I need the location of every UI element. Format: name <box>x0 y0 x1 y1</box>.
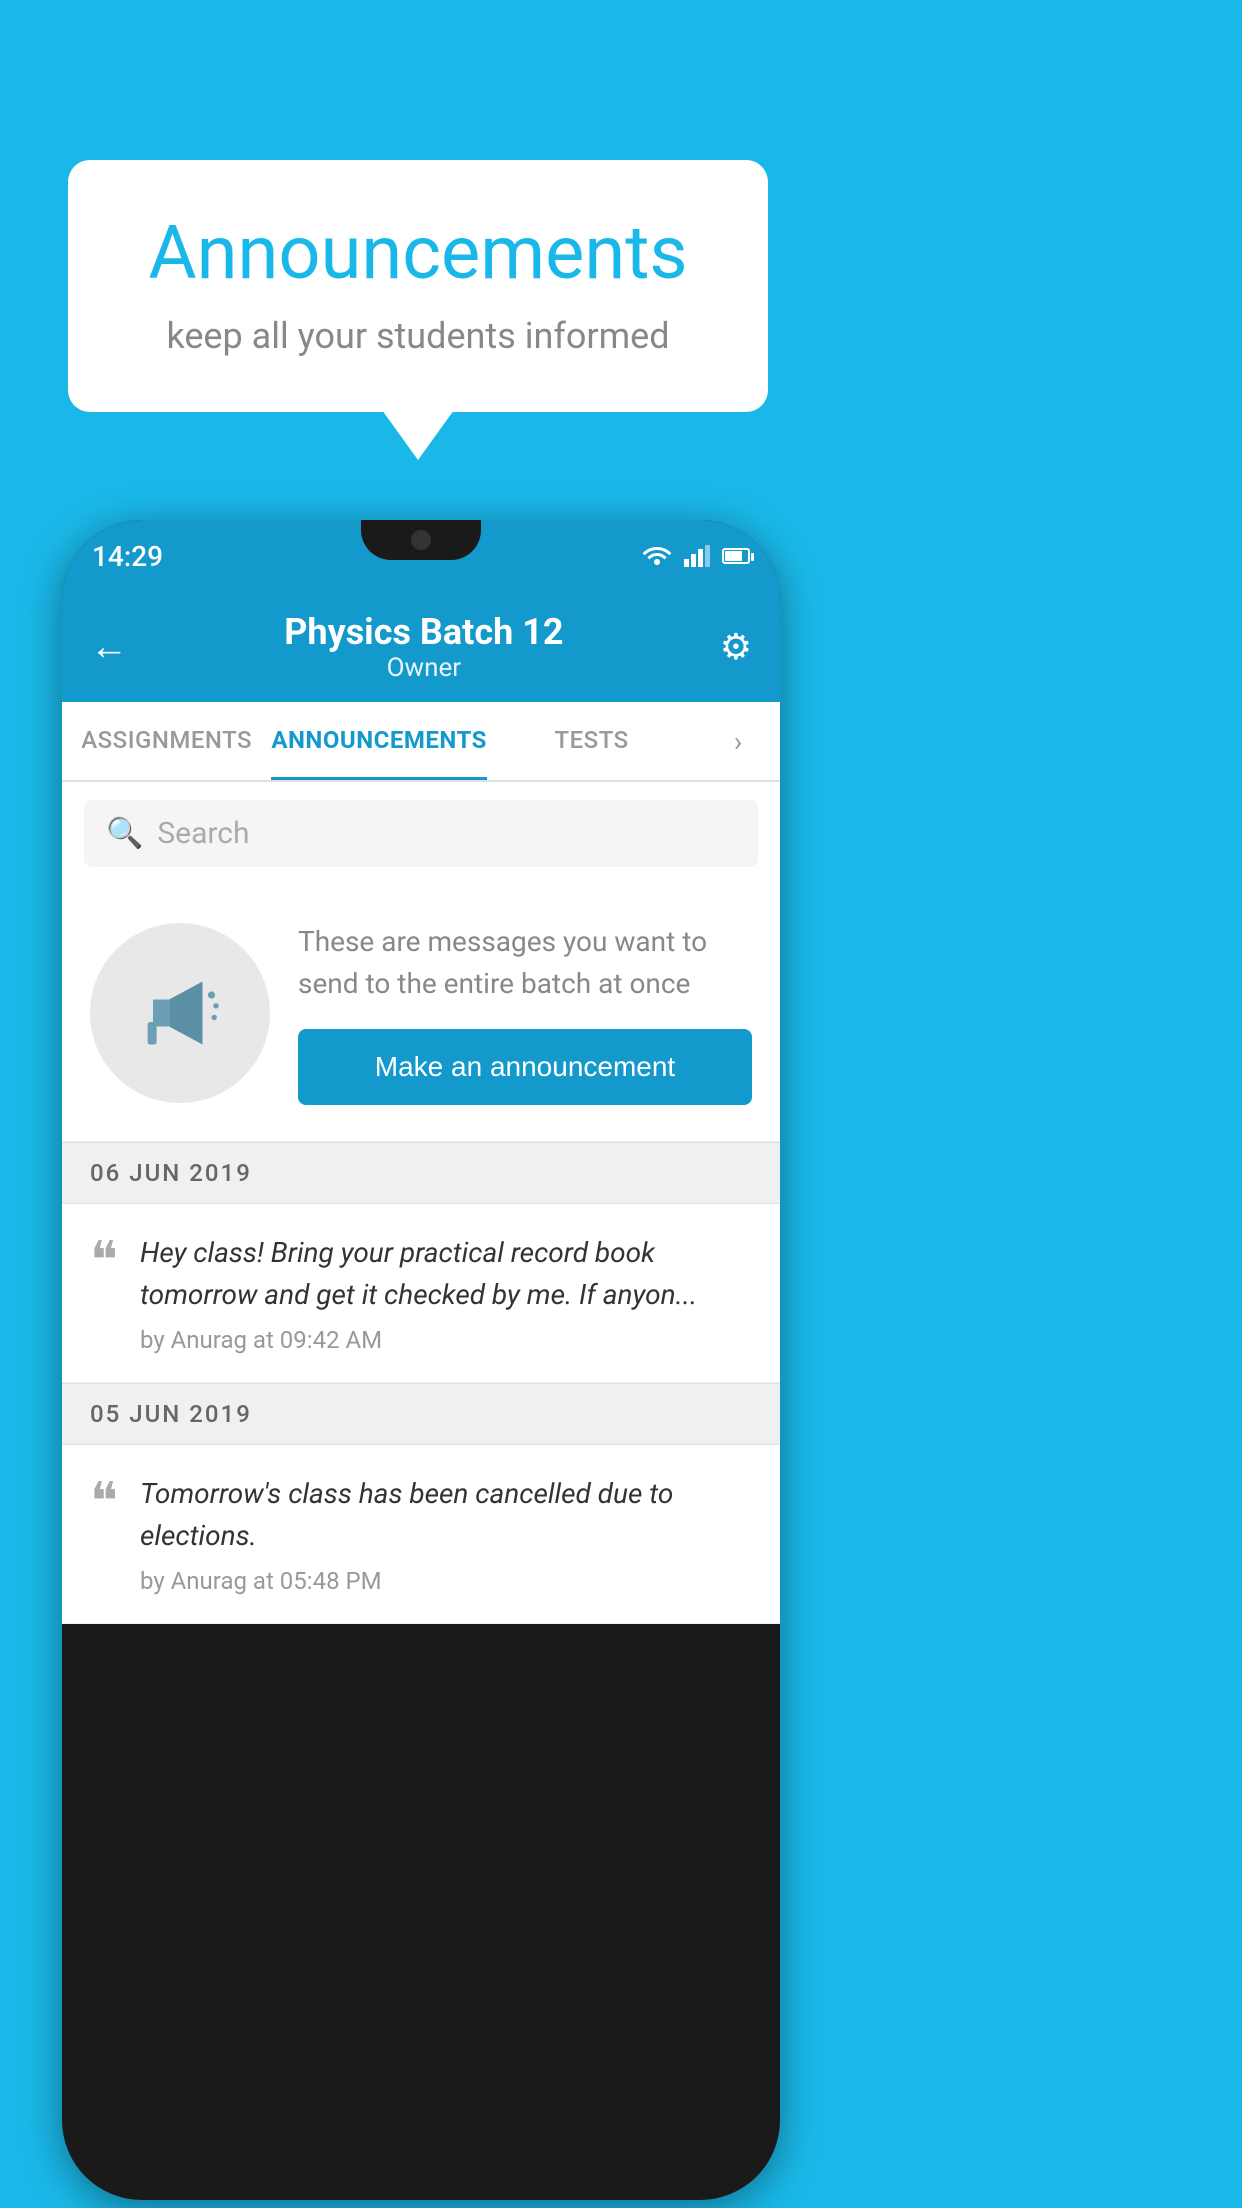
announcement-icon-circle <box>90 923 270 1103</box>
signal-icon <box>684 545 710 567</box>
header-subtitle: Owner <box>284 653 563 683</box>
announcement-item-1[interactable]: ❝ Hey class! Bring your practical record… <box>62 1204 780 1383</box>
announcement-meta-2: by Anurag at 05:48 PM <box>140 1567 752 1595</box>
search-placeholder: Search <box>157 816 249 851</box>
tabs-bar: ASSIGNMENTS ANNOUNCEMENTS TESTS › <box>62 702 780 782</box>
speech-bubble-subtitle: keep all your students informed <box>128 315 708 357</box>
announcement-text-2: Tomorrow's class has been cancelled due … <box>140 1473 752 1595</box>
phone-content: 🔍 Search These are messages you want to … <box>62 782 780 1624</box>
app-header: ← Physics Batch 12 Owner ⚙ <box>62 592 780 702</box>
announcement-text-1: Hey class! Bring your practical record b… <box>140 1232 752 1354</box>
announcement-meta-1: by Anurag at 09:42 AM <box>140 1326 752 1354</box>
promo-description: These are messages you want to send to t… <box>298 921 752 1005</box>
tab-tests[interactable]: TESTS <box>487 702 696 780</box>
search-bar: 🔍 Search <box>62 782 780 885</box>
tab-assignments[interactable]: ASSIGNMENTS <box>62 702 271 780</box>
make-announcement-button[interactable]: Make an announcement <box>298 1029 752 1105</box>
header-title: Physics Batch 12 <box>284 611 563 653</box>
announcement-message-2: Tomorrow's class has been cancelled due … <box>140 1473 752 1557</box>
header-center: Physics Batch 12 Owner <box>284 611 563 683</box>
quote-icon-2: ❝ <box>90 1477 118 1529</box>
speech-bubble-title: Announcements <box>128 210 708 297</box>
back-button[interactable]: ← <box>90 625 128 669</box>
tab-announcements[interactable]: ANNOUNCEMENTS <box>271 702 487 780</box>
battery-icon <box>722 548 750 564</box>
speech-bubble-card: Announcements keep all your students inf… <box>68 160 768 412</box>
status-bar: 14:29 <box>62 520 780 592</box>
announcement-message-1: Hey class! Bring your practical record b… <box>140 1232 752 1316</box>
search-input-wrap[interactable]: 🔍 Search <box>84 800 758 867</box>
date-separator-2: 05 JUN 2019 <box>62 1383 780 1445</box>
announcement-item-2[interactable]: ❝ Tomorrow's class has been cancelled du… <box>62 1445 780 1624</box>
status-time: 14:29 <box>92 540 163 573</box>
quote-icon-1: ❝ <box>90 1236 118 1288</box>
megaphone-icon <box>135 968 225 1058</box>
status-icons <box>642 545 750 567</box>
date-separator-1: 06 JUN 2019 <box>62 1142 780 1204</box>
announcement-promo-right: These are messages you want to send to t… <box>298 921 752 1105</box>
notch-camera <box>411 530 431 550</box>
notch <box>361 520 481 560</box>
search-icon: 🔍 <box>106 816 143 851</box>
phone-frame: 14:29 ← Physi <box>62 520 780 2200</box>
wifi-icon <box>642 545 672 567</box>
tabs-more[interactable]: › <box>696 702 780 780</box>
settings-icon[interactable]: ⚙ <box>720 626 752 668</box>
announcement-promo: These are messages you want to send to t… <box>62 885 780 1142</box>
